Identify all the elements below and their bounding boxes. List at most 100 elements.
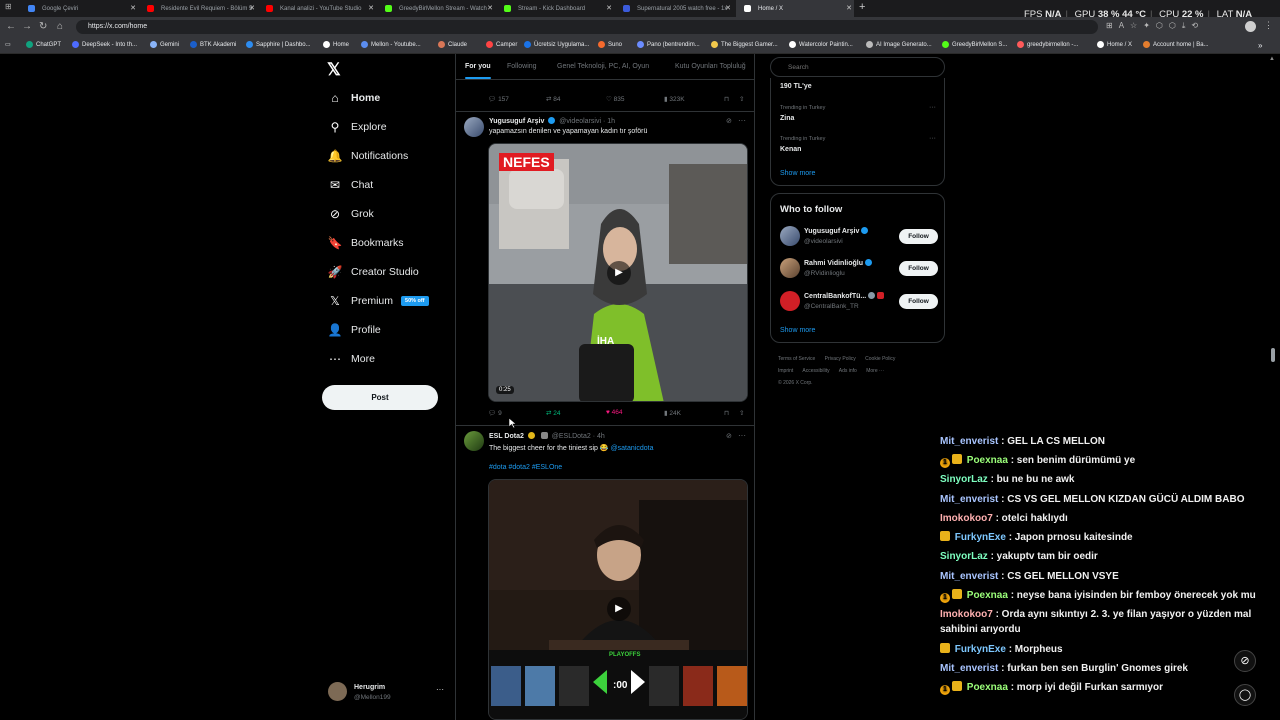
follow-button[interactable]: Follow [899,229,938,244]
footer-ads-info[interactable]: Ads info [839,368,857,374]
sidebar-item-home[interactable]: ⌂ Home [327,86,380,110]
avatar[interactable] [464,431,484,451]
tweet-hashtags[interactable]: #dota #dota2 #ESLOne [489,464,562,471]
bookmark-item[interactable]: Home [323,41,349,48]
bookmark-item[interactable]: Ücretsiz Uygulama... [524,41,589,48]
chat-username[interactable]: Poexnaa [967,590,1008,601]
bookmark-item[interactable]: Mellon - Youtube... [361,41,421,48]
close-tab-icon[interactable]: ✕ [606,4,612,12]
sidebar-item-explore[interactable]: ⚲ Explore [327,115,387,139]
tab-genel-teknoloji[interactable]: Genel Teknoloji, PC, AI, Oyun [557,63,649,70]
bookmark-item[interactable]: Watercolor Paintin... [789,41,853,48]
sidebar-item-notifications[interactable]: 🔔 Notifications [327,144,409,168]
bookmark-item[interactable]: BTK Akademi [190,41,236,48]
like-button[interactable]: ♥ 464 [606,409,623,416]
url-input[interactable]: https://x.com/home [76,20,1098,34]
repost-button[interactable]: ⇄ 84 [546,95,561,103]
scrollbar-thumb[interactable] [1271,348,1275,362]
chat-username[interactable]: Poexnaa [967,455,1008,466]
chat-username[interactable]: Imokokoo7 [940,609,993,620]
browser-tab[interactable]: Residente Evil Requiem - Bölüm 5 ✕ [139,0,257,17]
tab-for-you[interactable]: For you [465,63,491,70]
tweet-author-name[interactable]: ESL Dota2 [489,433,524,440]
bookmark-item[interactable]: DeepSeek - Into th... [72,41,137,48]
bookmark-item[interactable]: ChatGPT [26,41,61,48]
play-icon[interactable]: ▶ [607,597,631,621]
bookmark-item[interactable]: The Biggest Gamer... [711,41,778,48]
chat-username[interactable]: FurkynExe [955,532,1006,543]
trend-more-icon[interactable]: ··· [929,104,936,111]
follow-button[interactable]: Follow [899,261,938,276]
account-more-icon[interactable]: ··· [436,685,444,694]
extensions-icons[interactable]: ⊞A☆✦⬡⬡⤓⟲ [1106,21,1204,31]
tweet-time[interactable]: · 1h [603,118,615,125]
tab-kutu-oyunlari[interactable]: Kutu Oyunları Topluluğ [675,63,746,70]
home-icon[interactable]: ⌂ [57,21,63,32]
trend-more-icon[interactable]: ··· [929,135,936,142]
reload-icon[interactable]: ↻ [39,21,47,32]
browser-tab[interactable]: Supernatural 2005 watch free - 1x ✕ [615,0,733,17]
grok-icon[interactable]: ⊘ [726,432,732,440]
tab-following[interactable]: Following [507,63,537,70]
trend-name[interactable]: Zina [780,115,794,122]
chat-username[interactable]: SinyorLaz [940,474,988,485]
repost-button[interactable]: ⇄ 24 [546,409,561,417]
chat-username[interactable]: Imokokoo7 [940,513,993,524]
bookmarks-menu-icon[interactable]: ▭ [5,41,11,48]
browser-tab[interactable]: Google Çeviri ✕ [20,0,138,17]
views-count[interactable]: ▮ 24K [664,409,681,417]
tweet-video[interactable]: NEFES İHA ▶ 0:25 [488,143,748,402]
chat-username[interactable]: SinyorLaz [940,551,988,562]
avatar[interactable] [780,258,800,278]
footer-accessibility[interactable]: Accessibility [802,368,829,374]
sidebar-item-more[interactable]: ⋯ More [327,347,375,371]
tweet-author-name[interactable]: Yugusuguf Arşiv [489,118,544,125]
trend-name[interactable]: 190 TL'ye [780,83,812,90]
bookmark-item[interactable]: GreedyBirMellon S... [942,41,1007,48]
new-tab-button[interactable]: + [859,1,865,13]
close-tab-icon[interactable]: ✕ [368,4,374,12]
chat-username[interactable]: Mit_enverist [940,663,998,674]
sidebar-item-chat[interactable]: ✉ Chat [327,173,373,197]
bookmark-item[interactable]: AI Image Generato... [866,41,932,48]
scrollbar[interactable] [1270,54,1276,720]
close-tab-icon[interactable]: ✕ [249,4,255,12]
browser-tab[interactable]: Stream - Kick Dashboard ✕ [496,0,614,17]
suggestion-name[interactable]: Rahmi Vidinlioğlu [804,259,872,267]
avatar[interactable] [464,117,484,137]
bookmark-item[interactable]: greedybirmellon -... [1017,41,1078,48]
reply-button[interactable]: 💬︎ 9 [488,409,502,417]
show-more-follow[interactable]: Show more [780,327,815,334]
more-icon[interactable]: ··· [738,431,746,440]
sidebar-item-bookmarks[interactable]: 🔖 Bookmarks [327,231,404,255]
browser-tab[interactable]: GreedyBirMellon Stream - Watch ✕ [377,0,495,17]
more-icon[interactable]: ··· [738,116,746,125]
x-logo[interactable]: 𝕏 [327,60,341,80]
chat-username[interactable]: Mit_enverist [940,494,998,505]
bookmark-item[interactable]: Suno [598,41,622,48]
bookmark-icon[interactable]: ⊓ [724,409,729,417]
tweet-time[interactable]: · 4h [593,433,605,440]
share-icon[interactable]: ⇧ [739,409,744,417]
tab-search-icon[interactable]: ⊞ [5,2,12,11]
avatar[interactable] [780,291,800,311]
bookmark-item[interactable]: Home / X [1097,41,1132,48]
views-count[interactable]: ▮ 323K [664,95,685,103]
search-input[interactable] [770,57,945,77]
sidebar-item-creator-studio[interactable]: 🚀 Creator Studio [327,260,419,284]
footer-more[interactable]: More ··· [866,368,884,374]
avatar[interactable] [780,226,800,246]
chat-username[interactable]: Mit_enverist [940,571,998,582]
bookmark-item[interactable]: Account home | Ba... [1143,41,1209,48]
sidebar-item-profile[interactable]: 👤 Profile [327,318,381,342]
browser-tab[interactable]: Home / X ✕ [736,0,854,17]
footer-privacy[interactable]: Privacy Policy [825,356,856,362]
bookmark-item[interactable]: Camper [486,41,517,48]
show-more-trends[interactable]: Show more [780,170,815,177]
bookmark-item[interactable]: Gemini [150,41,179,48]
footer-imprint[interactable]: Imprint [778,368,793,374]
browser-profile-avatar[interactable] [1245,21,1256,32]
browser-tab[interactable]: Kanal analizi - YouTube Studio ✕ [258,0,376,17]
reply-button[interactable]: 💬︎ 157 [488,95,509,103]
close-tab-icon[interactable]: ✕ [725,4,731,12]
